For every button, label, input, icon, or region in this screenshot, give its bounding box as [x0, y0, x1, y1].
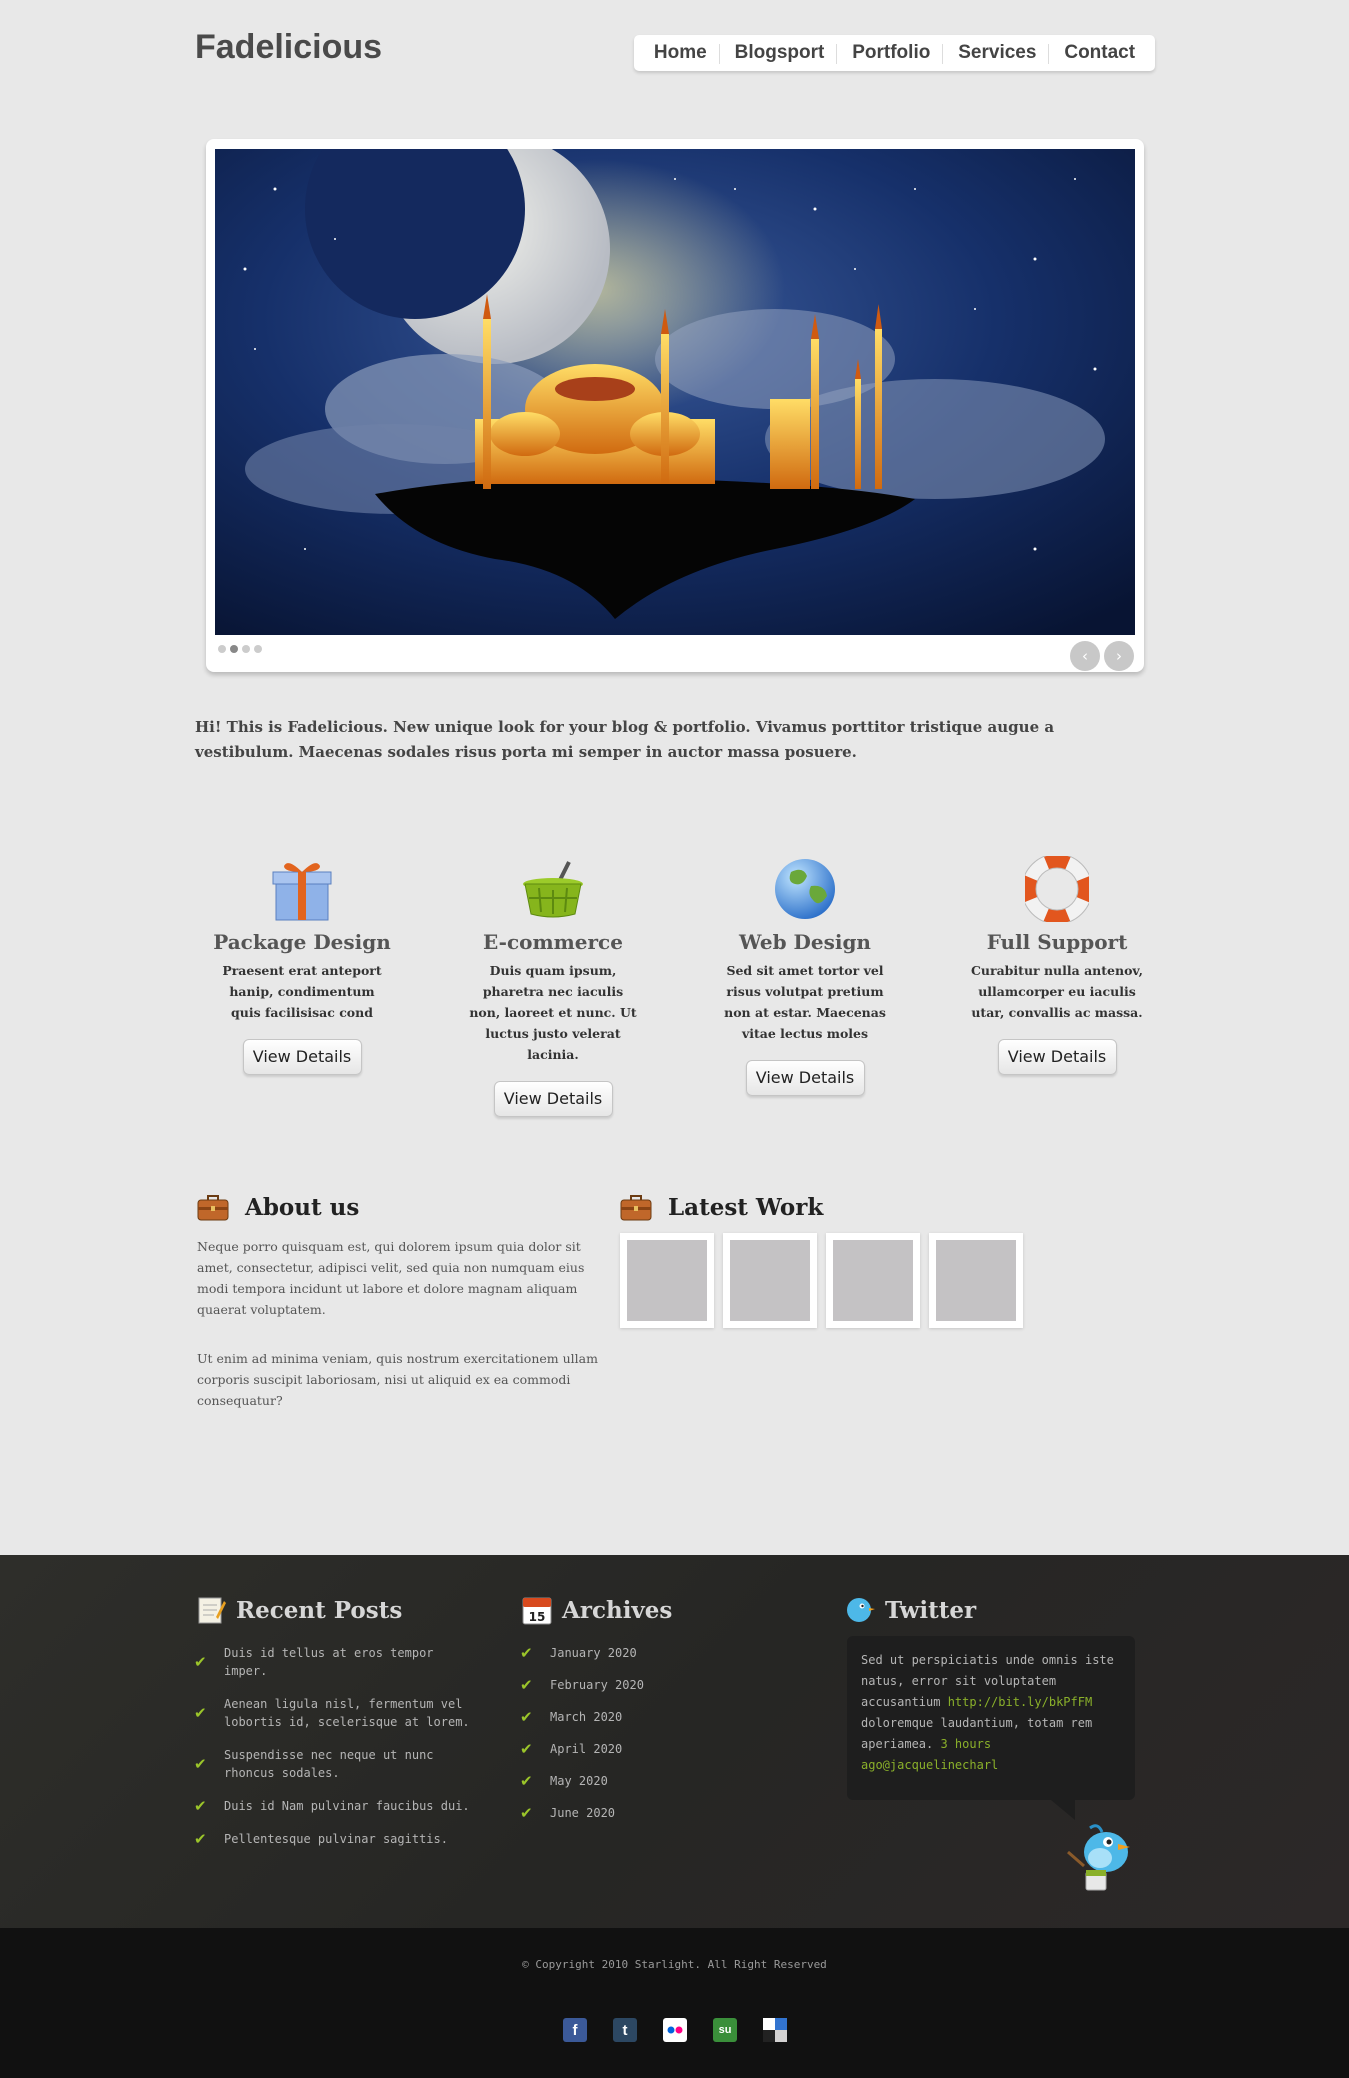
recent-post-link[interactable]: Aenean ligula nisl, fermentum vel lobort… [194, 1695, 474, 1731]
archive-link[interactable]: January 2020 [520, 1644, 720, 1662]
briefcase-icon [620, 1194, 652, 1220]
archive-link[interactable]: February 2020 [520, 1676, 720, 1694]
work-thumbnail[interactable] [929, 1233, 1023, 1328]
site-logo[interactable]: Fadelicious [195, 28, 382, 67]
chevron-left-icon: ‹ [1082, 647, 1088, 665]
archive-link[interactable]: April 2020 [520, 1740, 720, 1758]
service-description: Duis quam ipsum, pharetra nec iaculis no… [469, 963, 637, 1062]
tweet-bubble: Sed ut perspiciatis unde omnis iste natu… [847, 1636, 1135, 1820]
recent-posts-heading: Recent Posts [196, 1595, 402, 1625]
recent-posts-title: Recent Posts [236, 1596, 403, 1624]
recent-post-link[interactable]: Pellentesque pulvinar sagittis. [194, 1830, 474, 1848]
about-body: Neque porro quisquam est, qui dolorem ip… [197, 1236, 612, 1411]
work-thumbnail[interactable] [723, 1233, 817, 1328]
tumblr-icon[interactable]: t [613, 2018, 637, 2042]
service-description: Praesent erat anteport hanip, condimentu… [222, 963, 382, 1020]
service-web-design: Web Design Sed sit amet tortor vel risus… [710, 856, 900, 1096]
twitter-heading: Twitter [845, 1595, 976, 1625]
calendar-icon: 15 [522, 1597, 552, 1625]
about-paragraph: Neque porro quisquam est, qui dolorem ip… [197, 1239, 585, 1317]
service-title: Web Design [739, 930, 871, 954]
image-slider: ‹ › [206, 139, 1144, 672]
service-ecommerce: E-commerce Duis quam ipsum, pharetra nec… [458, 856, 648, 1117]
facebook-icon[interactable]: f [563, 2018, 587, 2042]
latest-work-gallery [620, 1233, 1023, 1328]
twitter-title: Twitter [885, 1596, 977, 1624]
service-package-design: Package Design Praesent erat anteport ha… [207, 856, 397, 1075]
about-paragraph: Ut enim ad minima veniam, quis nostrum e… [197, 1351, 598, 1408]
work-thumbnail[interactable] [826, 1233, 920, 1328]
delicious-icon[interactable] [763, 2018, 787, 2042]
intro-text: Hi! This is Fadelicious. New unique look… [195, 718, 1055, 761]
service-title: E-commerce [483, 930, 623, 954]
twitter-bird-icon [847, 1598, 875, 1622]
service-description: Sed sit amet tortor vel risus volutpat p… [724, 963, 886, 1041]
slider-prev-button[interactable]: ‹ [1070, 641, 1100, 671]
view-details-button[interactable]: View Details [997, 1039, 1117, 1075]
notepad-icon [198, 1597, 226, 1624]
about-heading: About us [197, 1194, 359, 1221]
latest-work-heading: Latest Work [620, 1194, 823, 1221]
service-title: Full Support [986, 930, 1128, 954]
stumbleupon-icon[interactable]: su [713, 2018, 737, 2042]
slider-dot[interactable] [242, 645, 250, 653]
about-title: About us [245, 1194, 360, 1221]
nav-contact[interactable]: Contact [1048, 42, 1147, 64]
gift-icon [270, 856, 334, 922]
social-links: f t su [563, 2018, 787, 2042]
archive-link[interactable]: May 2020 [520, 1772, 720, 1790]
recent-post-link[interactable]: Duis id Nam pulvinar faucibus dui. [194, 1797, 474, 1815]
view-details-button[interactable]: View Details [242, 1039, 362, 1075]
service-description: Curabitur nulla antenov, ullamcorper eu … [970, 963, 1144, 1020]
twitter-mascot-icon [1067, 1824, 1130, 1891]
briefcase-icon [197, 1194, 229, 1220]
service-title: Package Design [213, 930, 391, 954]
nav-home[interactable]: Home [642, 42, 719, 64]
chevron-right-icon: › [1116, 647, 1122, 665]
bottom-bar [0, 1928, 1349, 2078]
nav-portfolio[interactable]: Portfolio [836, 42, 942, 64]
archive-link[interactable]: March 2020 [520, 1708, 720, 1726]
slider-dot-active[interactable] [230, 645, 238, 653]
nav-blogsport[interactable]: Blogsport [718, 42, 837, 64]
archive-link[interactable]: June 2020 [520, 1804, 720, 1822]
basket-icon [521, 856, 585, 922]
globe-icon [773, 856, 837, 922]
main-nav: Home Blogsport Portfolio Services Contac… [634, 35, 1155, 71]
archives-list: January 2020 February 2020 March 2020 Ap… [520, 1644, 720, 1822]
slider-dot[interactable] [218, 645, 226, 653]
slider-next-button[interactable]: › [1104, 641, 1134, 671]
flickr-icon[interactable] [663, 2018, 687, 2042]
service-full-support: Full Support Curabitur nulla antenov, ul… [962, 853, 1152, 1075]
view-details-button[interactable]: View Details [493, 1081, 613, 1117]
work-thumbnail[interactable] [620, 1233, 714, 1328]
latest-work-title: Latest Work [668, 1194, 824, 1221]
slide-image[interactable] [215, 149, 1135, 635]
tweet-link[interactable]: http://bit.ly/bkPfFM [948, 1695, 1093, 1709]
recent-post-link[interactable]: Duis id tellus at eros tempor imper. [194, 1644, 474, 1680]
archives-heading: 15 Archives [522, 1595, 672, 1625]
lifebuoy-icon [1021, 853, 1093, 925]
calendar-day: 15 [529, 1610, 546, 1624]
view-details-button[interactable]: View Details [745, 1060, 865, 1096]
nav-services[interactable]: Services [942, 42, 1048, 64]
copyright-text: © Copyright 2010 Starlight. All Right Re… [522, 1958, 827, 1971]
slider-dot[interactable] [254, 645, 262, 653]
archives-title: Archives [562, 1596, 673, 1624]
recent-posts-list: Duis id tellus at eros tempor imper. Aen… [194, 1644, 474, 1848]
slider-pagination [218, 645, 262, 653]
recent-post-link[interactable]: Suspendisse nec neque ut nunc rhoncus so… [194, 1746, 474, 1782]
